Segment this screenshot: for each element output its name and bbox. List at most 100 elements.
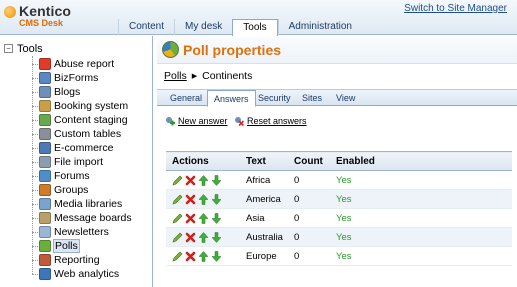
tree-connector bbox=[32, 231, 38, 233]
blogs-icon bbox=[39, 86, 51, 98]
move-up-icon[interactable] bbox=[198, 250, 209, 262]
column-header-actions: Actions bbox=[166, 151, 240, 171]
row-enabled: Yes bbox=[330, 170, 512, 190]
logo-subtitle-text: CMS Desk bbox=[19, 18, 64, 28]
row-enabled: Yes bbox=[330, 246, 512, 266]
column-header-text[interactable]: Text bbox=[240, 151, 288, 171]
newsletters-icon bbox=[39, 226, 51, 238]
tree-root-label[interactable]: Tools bbox=[17, 43, 43, 55]
tab-administration[interactable]: Administration bbox=[277, 19, 362, 35]
reset-answers-button[interactable]: Reset answers bbox=[234, 116, 307, 127]
collapse-toggle-icon[interactable]: − bbox=[4, 44, 13, 53]
column-header-count[interactable]: Count bbox=[288, 151, 330, 171]
tree-item-forums[interactable]: Forums bbox=[32, 169, 91, 183]
tree-root-tools[interactable]: − Tools bbox=[4, 42, 43, 55]
tree-item-label[interactable]: Abuse report bbox=[53, 58, 115, 70]
tree-item-reporting[interactable]: Reporting bbox=[32, 253, 101, 267]
forums-icon bbox=[39, 170, 51, 182]
tab-security[interactable]: Security bbox=[258, 92, 291, 106]
move-down-icon[interactable] bbox=[211, 212, 222, 224]
new-answer-label[interactable]: New answer bbox=[178, 116, 228, 126]
reporting-icon bbox=[39, 254, 51, 266]
table-row: America 0 Yes bbox=[166, 189, 512, 209]
edit-icon[interactable] bbox=[172, 194, 183, 205]
column-header-enabled[interactable]: Enabled bbox=[330, 151, 512, 171]
breadcrumb-separator-icon: ▶ bbox=[191, 73, 198, 80]
table-row: Europe 0 Yes bbox=[166, 246, 512, 266]
bizforms-icon bbox=[39, 72, 51, 84]
tree-item-blogs[interactable]: Blogs bbox=[32, 85, 81, 99]
tree-item-bizforms[interactable]: BizForms bbox=[32, 71, 99, 85]
tree-connector bbox=[32, 147, 38, 149]
tree-item-label[interactable]: Groups bbox=[53, 184, 89, 196]
breadcrumb-polls-link[interactable]: Polls bbox=[164, 70, 187, 82]
switch-to-site-manager-link[interactable]: Switch to Site Manager bbox=[404, 3, 507, 14]
delete-icon[interactable] bbox=[185, 213, 196, 224]
tab-general[interactable]: General bbox=[170, 92, 202, 106]
tree-item-label[interactable]: Booking system bbox=[53, 100, 129, 112]
tree-item-polls[interactable]: Polls bbox=[32, 239, 80, 253]
edit-icon[interactable] bbox=[172, 213, 183, 224]
reset-answers-label[interactable]: Reset answers bbox=[247, 116, 307, 126]
tree-item-label[interactable]: Forums bbox=[53, 170, 91, 182]
title-bar: Poll properties bbox=[157, 36, 517, 64]
tree-item-label[interactable]: File import bbox=[53, 156, 104, 168]
tree-item-media-libraries[interactable]: Media libraries bbox=[32, 197, 123, 211]
tree-connector bbox=[32, 203, 38, 205]
tree-item-content-staging[interactable]: Content staging bbox=[32, 113, 129, 127]
tree-item-label[interactable]: Message boards bbox=[53, 212, 133, 224]
tab-answers[interactable]: Answers bbox=[207, 90, 256, 107]
tree-item-label[interactable]: Reporting bbox=[53, 254, 101, 266]
tab-my-desk[interactable]: My desk bbox=[174, 19, 232, 35]
tree-connector bbox=[32, 133, 38, 135]
tree-item-message-boards[interactable]: Message boards bbox=[32, 211, 133, 225]
ecommerce-icon bbox=[39, 142, 51, 154]
edit-icon[interactable] bbox=[172, 175, 183, 186]
tree-item-label[interactable]: Custom tables bbox=[53, 128, 122, 140]
tree-item-label[interactable]: Blogs bbox=[53, 86, 81, 98]
table-header-row: Actions Text Count Enabled bbox=[166, 151, 512, 171]
tree-item-web-analytics[interactable]: Web analytics bbox=[32, 267, 120, 281]
tree-item-label[interactable]: Media libraries bbox=[53, 198, 123, 210]
move-up-icon[interactable] bbox=[198, 193, 209, 205]
tree-item-booking-system[interactable]: Booking system bbox=[32, 99, 129, 113]
tree-item-abuse-report[interactable]: Abuse report bbox=[32, 57, 115, 71]
tree-item-custom-tables[interactable]: Custom tables bbox=[32, 127, 122, 141]
tree-item-label[interactable]: Web analytics bbox=[53, 268, 120, 280]
tree-item-label[interactable]: Newsletters bbox=[53, 226, 110, 238]
move-down-icon[interactable] bbox=[211, 174, 222, 186]
move-down-icon[interactable] bbox=[211, 193, 222, 205]
tree-item-label[interactable]: Content staging bbox=[53, 114, 129, 126]
move-up-icon[interactable] bbox=[198, 174, 209, 186]
tree-connector bbox=[32, 105, 38, 107]
tab-sites[interactable]: Sites bbox=[302, 92, 322, 106]
tree-connector bbox=[32, 217, 38, 219]
edit-icon[interactable] bbox=[172, 251, 183, 262]
tree-item-newsletters[interactable]: Newsletters bbox=[32, 225, 110, 239]
move-up-icon[interactable] bbox=[198, 231, 209, 243]
tree-item-label[interactable]: E-commerce bbox=[53, 142, 115, 154]
tab-view[interactable]: View bbox=[336, 92, 355, 106]
delete-icon[interactable] bbox=[185, 232, 196, 243]
edit-icon[interactable] bbox=[172, 232, 183, 243]
row-count: 0 bbox=[288, 170, 330, 190]
delete-icon[interactable] bbox=[185, 251, 196, 262]
tree-item-file-import[interactable]: File import bbox=[32, 155, 104, 169]
delete-icon[interactable] bbox=[185, 194, 196, 205]
reset-answers-icon bbox=[234, 116, 245, 127]
tree-item-e-commerce[interactable]: E-commerce bbox=[32, 141, 115, 155]
move-down-icon[interactable] bbox=[211, 250, 222, 262]
tree-item-groups[interactable]: Groups bbox=[32, 183, 89, 197]
tree-item-label[interactable]: Polls bbox=[53, 239, 80, 253]
tab-content[interactable]: Content bbox=[118, 19, 174, 35]
move-up-icon[interactable] bbox=[198, 212, 209, 224]
new-answer-button[interactable]: New answer bbox=[165, 116, 228, 126]
move-down-icon[interactable] bbox=[211, 231, 222, 243]
row-actions-cell bbox=[166, 189, 240, 209]
answers-table: Actions Text Count Enabled Africa 0 Yes Ame… bbox=[166, 151, 512, 266]
tree-item-label[interactable]: BizForms bbox=[53, 72, 99, 84]
tree-connector bbox=[32, 119, 38, 121]
tree-connector bbox=[32, 161, 38, 163]
tab-tools[interactable]: Tools bbox=[232, 19, 278, 36]
delete-icon[interactable] bbox=[185, 175, 196, 186]
